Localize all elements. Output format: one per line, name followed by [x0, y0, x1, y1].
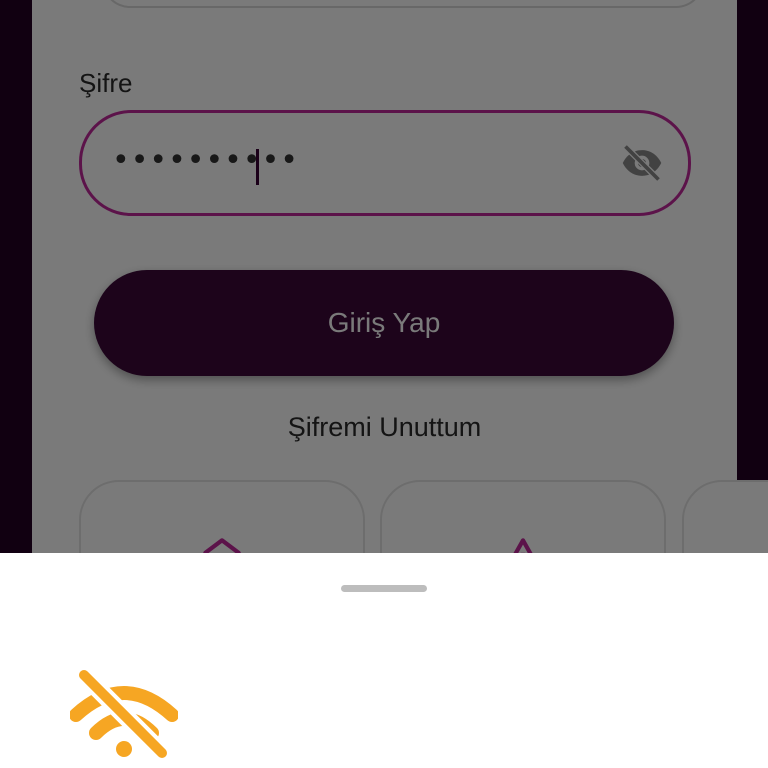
username-field[interactable]	[102, 0, 704, 8]
bottom-sheet	[0, 553, 768, 768]
sheet-drag-handle[interactable]	[341, 585, 427, 592]
login-button[interactable]: Giriş Yap	[94, 270, 674, 376]
text-caret	[256, 149, 259, 185]
forgot-password-link[interactable]: Şifremi Unuttum	[32, 412, 737, 443]
home-icon	[203, 538, 241, 553]
wifi-off-icon	[70, 667, 178, 759]
quick-action-tile[interactable]	[682, 480, 768, 553]
password-label: Şifre	[79, 68, 133, 98]
login-card: Şifre •••••••••• Giriş Yap Şifremi Unutt…	[32, 0, 768, 553]
password-input[interactable]: ••••••••••	[79, 110, 691, 216]
warning-icon	[513, 538, 533, 553]
quick-action-tile[interactable]	[79, 480, 365, 553]
quick-action-tile[interactable]	[380, 480, 666, 553]
login-screen-backdrop: Şifre •••••••••• Giriş Yap Şifremi Unutt…	[0, 0, 768, 553]
eye-off-icon[interactable]	[620, 141, 664, 185]
password-value: ••••••••••	[112, 143, 299, 178]
